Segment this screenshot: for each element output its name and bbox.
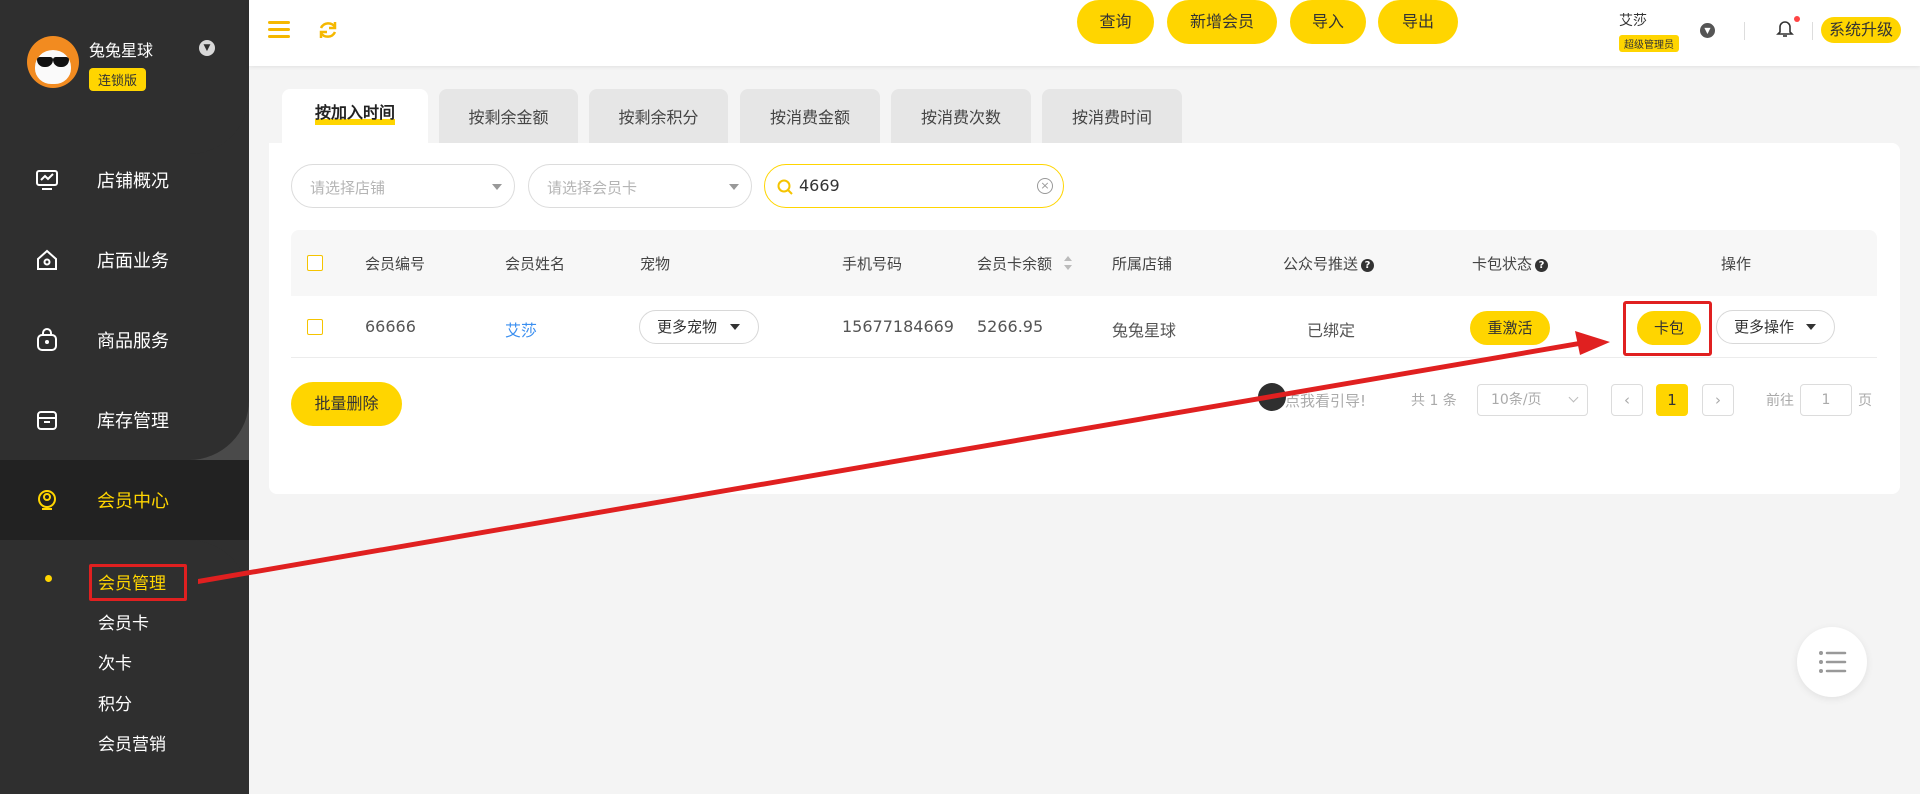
store-select[interactable]: 请选择店铺: [291, 164, 515, 208]
tab-consume-amount[interactable]: 按消费金额: [740, 89, 880, 143]
col-phone: 手机号码: [842, 255, 903, 273]
col-member-id: 会员编号: [365, 255, 426, 273]
chevron-down-icon: [1568, 392, 1579, 403]
submenu-member-marketing[interactable]: 会员营销: [98, 730, 166, 755]
brand-name: 兔兔星球: [89, 41, 154, 60]
help-icon[interactable]: ?: [1535, 259, 1549, 272]
row-checkbox[interactable]: [307, 319, 323, 335]
user-role-badge: 超级管理员: [1619, 35, 1679, 52]
page-suffix: 页: [1858, 393, 1872, 409]
member-icon: [38, 490, 56, 510]
goto-label: 前往: [1766, 393, 1794, 409]
tab-remaining-amount[interactable]: 按剩余金额: [439, 89, 578, 143]
add-member-button[interactable]: 新增会员: [1167, 0, 1277, 44]
search-input[interactable]: 4669 ×: [764, 164, 1064, 208]
chevron-down-icon[interactable]: ▼: [199, 40, 215, 56]
sidebar-item-label: 会员中心: [97, 491, 169, 512]
sidebar-item-store-business[interactable]: 店面业务: [0, 220, 249, 300]
annotation-box-submenu: [89, 564, 187, 601]
guide-link[interactable]: 点我看引导!: [1285, 390, 1366, 411]
brand-badge: 连锁版: [89, 68, 147, 91]
submenu-punch-card[interactable]: 次卡: [98, 649, 132, 674]
page-1-button[interactable]: 1: [1656, 384, 1688, 416]
submenu-member-card[interactable]: 会员卡: [98, 609, 149, 634]
sidebar-item-inventory[interactable]: 库存管理: [0, 380, 249, 460]
next-page-button[interactable]: ›: [1702, 384, 1734, 416]
bell-icon[interactable]: [1776, 18, 1794, 38]
sidebar-item-label: 店面业务: [97, 251, 169, 272]
col-pet: 宠物: [640, 255, 671, 273]
list-icon: [1819, 651, 1847, 673]
submenu-points[interactable]: 积分: [98, 690, 132, 715]
user-name[interactable]: 艾莎: [1619, 10, 1647, 30]
dropdown-arrow-icon: [492, 184, 502, 190]
bulk-delete-button[interactable]: 批量删除: [291, 382, 402, 426]
guide-icon[interactable]: [1258, 383, 1286, 411]
search-icon: [777, 179, 793, 195]
cell-store: 兔兔星球: [1112, 321, 1177, 340]
refresh-icon[interactable]: [317, 19, 339, 41]
select-all-checkbox[interactable]: [307, 255, 323, 271]
sidebar-item-label: 库存管理: [97, 411, 169, 432]
sidebar-item-label: 商品服务: [97, 331, 169, 352]
menu-icon[interactable]: [268, 21, 290, 39]
box-icon: [37, 411, 57, 430]
cell-balance: 5266.95: [977, 317, 1044, 336]
page-size-select[interactable]: 10条/页: [1477, 384, 1588, 416]
cell-member-id: 66666: [365, 317, 416, 336]
col-card-status: 卡包状态?: [1472, 253, 1549, 274]
import-button[interactable]: 导入: [1290, 0, 1366, 44]
brand-logo-icon: [27, 36, 79, 88]
cell-phone: 15677184669: [842, 317, 954, 336]
col-member-name: 会员姓名: [505, 255, 566, 273]
col-push: 公众号推送?: [1283, 253, 1375, 274]
query-button[interactable]: 查询: [1077, 0, 1154, 44]
cell-push-status: 已绑定: [1307, 321, 1356, 340]
reactivate-button[interactable]: 重激活: [1470, 311, 1550, 345]
sidebar: 兔兔星球 连锁版 ▼ 店铺概况 店面业务 商品服务 库存管理 会员中心 会员管理…: [0, 0, 249, 794]
house-icon: [37, 249, 57, 270]
sidebar-item-goods-service[interactable]: 商品服务: [0, 300, 249, 380]
tab-consume-count[interactable]: 按消费次数: [891, 89, 1031, 143]
monitor-icon: [36, 170, 58, 190]
notification-dot: [1794, 16, 1800, 22]
more-operations-dropdown[interactable]: 更多操作: [1716, 310, 1835, 344]
system-upgrade-button[interactable]: 系统升级: [1821, 17, 1902, 43]
annotation-box-card-pack: [1623, 301, 1712, 356]
caret-down-icon: [730, 324, 740, 330]
tab-remaining-points[interactable]: 按剩余积分: [589, 89, 728, 143]
goto-page-input[interactable]: 1: [1800, 384, 1852, 416]
caret-down-icon: [1806, 324, 1816, 330]
col-store: 所属店铺: [1112, 255, 1173, 273]
prev-page-button[interactable]: ‹: [1611, 384, 1643, 416]
active-dot: [45, 575, 52, 582]
dropdown-arrow-icon: [729, 184, 739, 190]
more-pets-dropdown[interactable]: 更多宠物: [639, 310, 759, 344]
sidebar-item-store-overview[interactable]: 店铺概况: [0, 140, 249, 220]
col-balance[interactable]: 会员卡余额: [977, 253, 1052, 274]
cell-member-name-link[interactable]: 艾莎: [505, 317, 537, 341]
bag-icon: [37, 328, 57, 351]
help-icon[interactable]: ?: [1361, 259, 1375, 272]
tab-join-time[interactable]: 按加入时间: [282, 89, 428, 143]
sidebar-item-label: 店铺概况: [97, 171, 169, 192]
pagination-total: 共 1 条: [1411, 393, 1457, 409]
tab-consume-time[interactable]: 按消费时间: [1042, 89, 1182, 143]
chevron-down-icon[interactable]: ▼: [1700, 23, 1715, 38]
sort-icon[interactable]: [1064, 256, 1072, 270]
member-card-select[interactable]: 请选择会员卡: [528, 164, 752, 208]
clear-icon[interactable]: ×: [1037, 178, 1053, 194]
sidebar-brand: 兔兔星球 连锁版 ▼: [0, 0, 249, 154]
col-operations: 操作: [1721, 255, 1752, 273]
floating-list-button[interactable]: [1797, 627, 1867, 697]
export-button[interactable]: 导出: [1378, 0, 1458, 44]
sidebar-item-member-center[interactable]: 会员中心: [0, 460, 249, 540]
